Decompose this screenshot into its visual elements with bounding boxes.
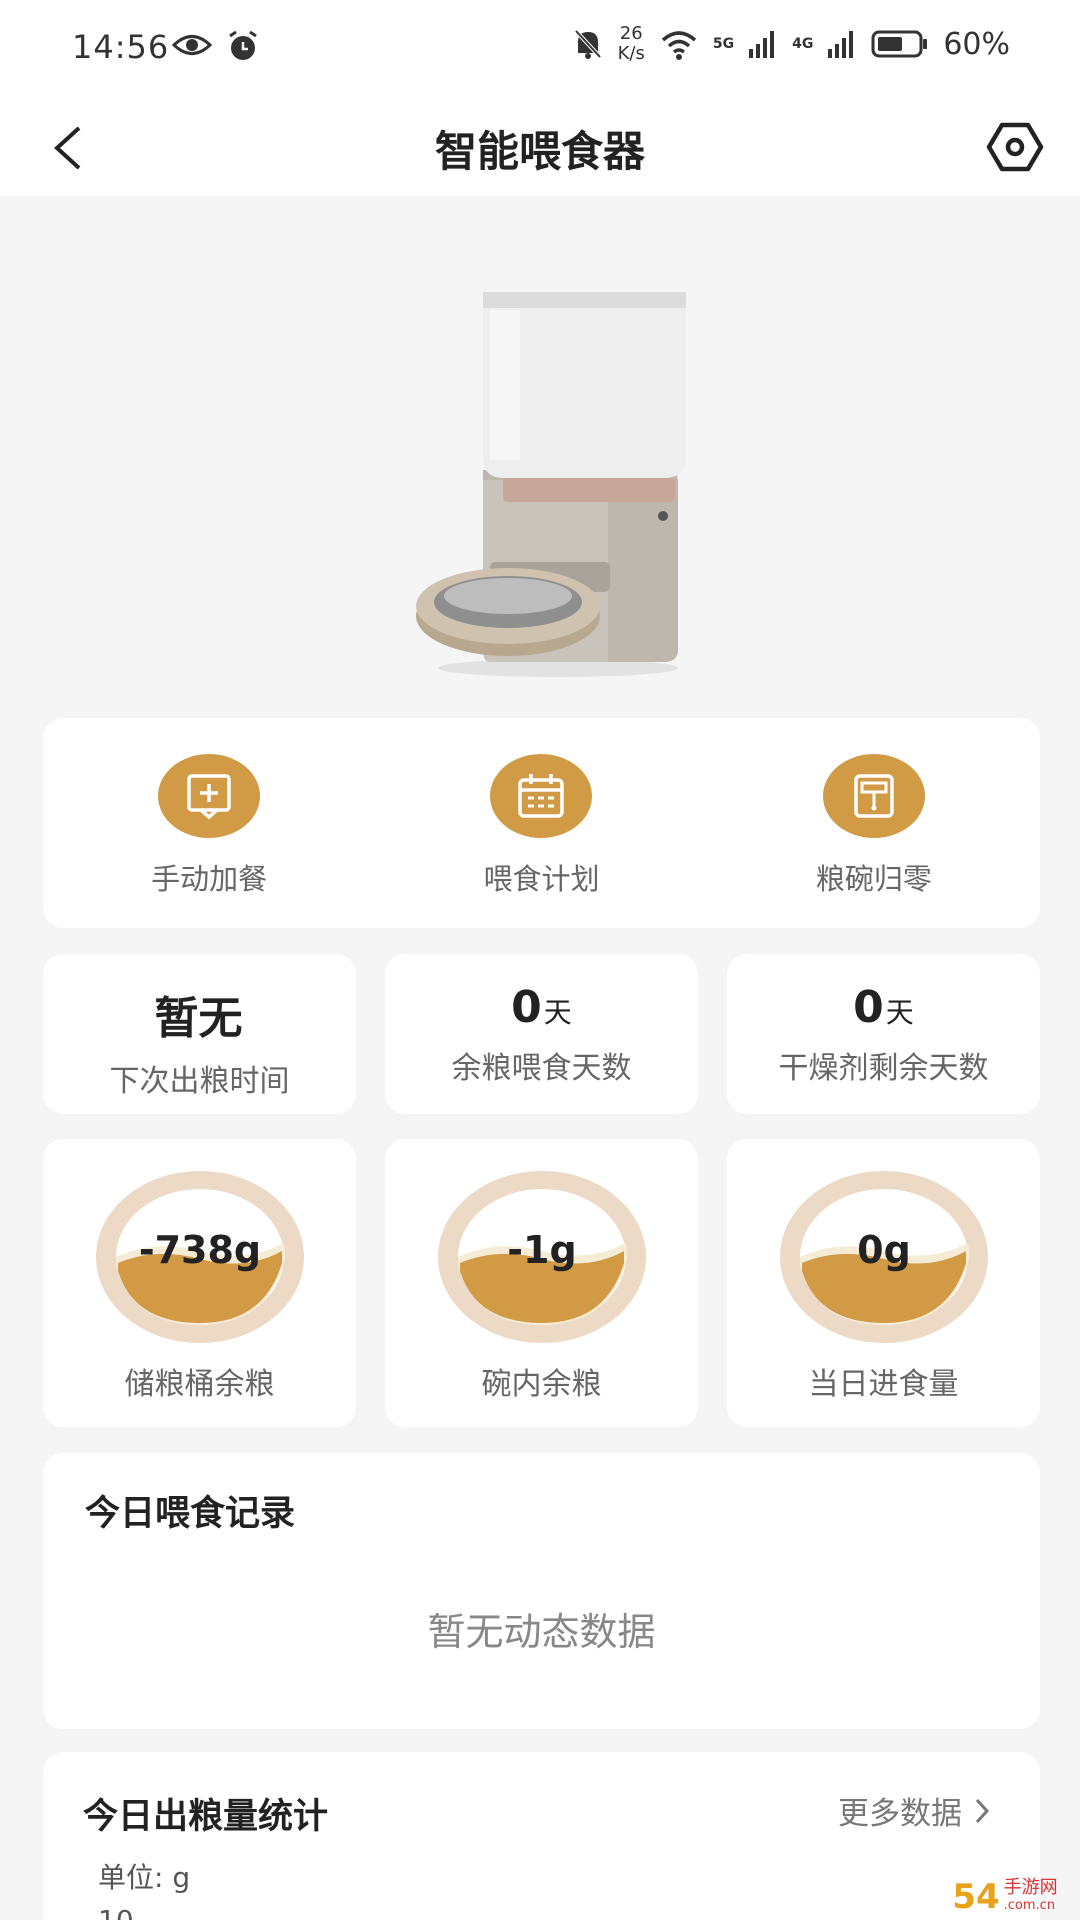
more-data-label: 更多数据 xyxy=(838,1796,962,1832)
bowl-reset-button[interactable]: 粮碗归零 xyxy=(708,718,1040,928)
action-label: 喂食计划 xyxy=(483,862,600,896)
axis-tick: 10 xyxy=(98,1904,134,1920)
unit-label: 单位: g xyxy=(98,1861,191,1894)
status-bar: 14:56 26 K/s 5G 4G 60% xyxy=(0,0,1080,98)
stat-label: 余粮喂食天数 xyxy=(451,1051,632,1086)
net-5g-label: 5G xyxy=(712,36,735,52)
gauge-label: 储粮桶余粮 xyxy=(124,1367,275,1402)
feeding-plan-button[interactable]: 喂食计划 xyxy=(375,718,707,928)
desiccant-days-card: 0天 干燥剂剩余天数 xyxy=(727,954,1040,1114)
food-level-gauge: -1g xyxy=(438,1171,646,1343)
quick-actions-card: 手动加餐 喂食计划 粮碗归零 xyxy=(43,718,1040,928)
next-feed-time-card: 暂无 下次出粮时间 xyxy=(43,954,356,1114)
net-speed-unit: K/s xyxy=(617,43,645,64)
chevron-right-icon xyxy=(975,1798,990,1823)
watermark-number: 54 xyxy=(952,1877,1000,1917)
battery-percent: 60% xyxy=(943,26,1010,62)
daily-intake-card: 0g 当日进食量 xyxy=(727,1139,1040,1427)
gauge-value: -738g xyxy=(139,1228,261,1272)
mute-bell-icon xyxy=(574,29,602,59)
add-meal-icon xyxy=(158,754,261,838)
food-days-card: 0天 余粮喂食天数 xyxy=(385,954,698,1114)
battery-icon xyxy=(871,30,928,58)
gauge-label: 当日进食量 xyxy=(808,1367,959,1402)
eye-icon xyxy=(172,35,212,55)
stat-value: 0 xyxy=(511,982,542,1033)
gauge-value: 0g xyxy=(857,1228,911,1272)
more-data-link[interactable]: 更多数据 xyxy=(838,1788,990,1833)
feeding-record-card: 今日喂食记录 暂无动态数据 xyxy=(43,1453,1040,1729)
hexagon-settings-icon xyxy=(986,122,1044,172)
calendar-icon xyxy=(490,754,593,838)
storage-food-card: -738g 储粮桶余粮 xyxy=(43,1139,356,1427)
action-label: 粮碗归零 xyxy=(815,862,932,896)
wifi-icon xyxy=(661,31,696,60)
manual-feed-button[interactable]: 手动加餐 xyxy=(43,718,375,928)
stat-label: 下次出粮时间 xyxy=(109,1064,290,1099)
stat-label: 干燥剂剩余天数 xyxy=(778,1051,989,1086)
stat-unit: 天 xyxy=(885,996,914,1029)
bowl-food-card: -1g 碗内余粮 xyxy=(385,1139,698,1427)
output-stats-card: 今日出粮量统计 更多数据 单位: g 10 xyxy=(43,1752,1040,1920)
section-title: 今日出粮量统计 xyxy=(83,1797,329,1837)
stat-value: 暂无 xyxy=(154,993,243,1044)
net-speed-value: 26 xyxy=(619,23,643,44)
signal-icon xyxy=(749,31,775,58)
alarm-icon xyxy=(229,30,257,60)
gauge-value: -1g xyxy=(507,1228,576,1272)
feeder-device-image xyxy=(416,292,686,677)
net-4g-label: 4G xyxy=(792,36,814,52)
watermark-domain: .com.cn xyxy=(1003,1898,1056,1913)
watermark-logo: 54 手游网 .com.cn xyxy=(930,1874,1080,1920)
status-time: 14:56 xyxy=(72,28,170,66)
stat-unit: 天 xyxy=(543,996,572,1029)
page-title: 智能喂食器 xyxy=(434,127,645,176)
settings-button[interactable] xyxy=(984,116,1046,178)
food-level-gauge: -738g xyxy=(96,1171,304,1343)
section-title: 今日喂食记录 xyxy=(85,1494,296,1534)
watermark-text: 手游网 xyxy=(1003,1877,1058,1898)
scale-icon xyxy=(822,754,925,838)
action-label: 手动加餐 xyxy=(151,862,268,896)
signal-icon xyxy=(828,31,854,58)
empty-state-text: 暂无动态数据 xyxy=(427,1610,656,1654)
gauge-label: 碗内余粮 xyxy=(481,1367,602,1402)
stat-value: 0 xyxy=(853,982,884,1033)
food-level-gauge: 0g xyxy=(780,1171,988,1343)
app-header: 智能喂食器 xyxy=(0,98,1080,196)
